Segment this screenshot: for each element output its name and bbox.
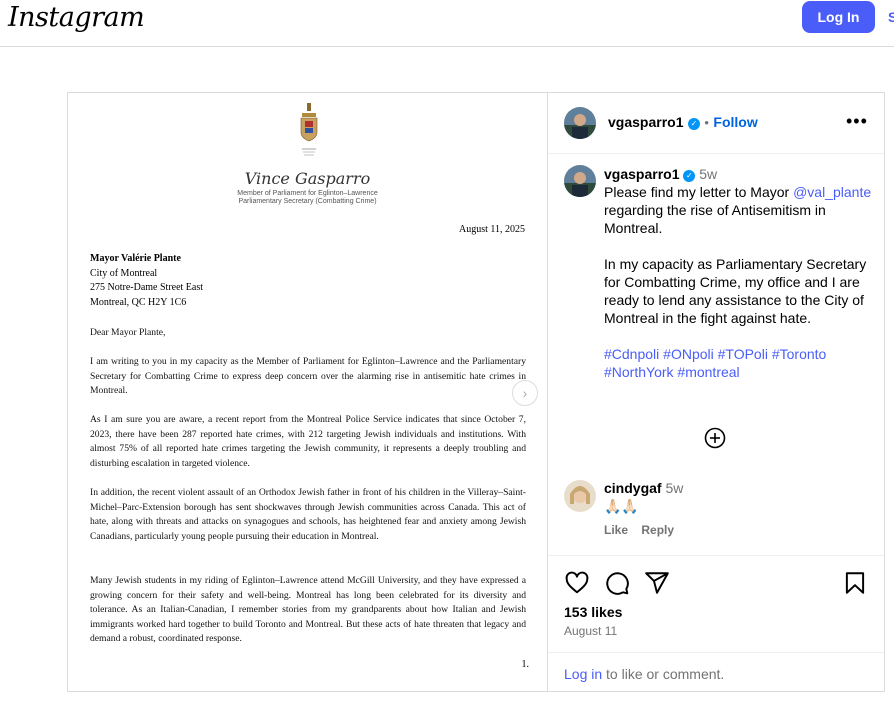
post-caption: vgasparro1 ✓ 5w Please find my letter to… <box>604 165 874 381</box>
login-prompt: Log in to like or comment. <box>548 652 884 693</box>
header-user-row: vgasparro1 ✓ • Follow <box>608 114 758 132</box>
avatar[interactable] <box>564 107 596 139</box>
reply-button[interactable]: Reply <box>641 523 674 537</box>
top-bar: Instagram Log In S <box>0 0 894 47</box>
address-line: City of Montreal <box>90 267 158 279</box>
caption-paragraph-2: In my capacity as Parliamentary Secretar… <box>604 256 867 326</box>
comment-timestamp[interactable]: 5w <box>665 480 683 496</box>
hashtags[interactable]: #Cdnpoli #ONpoli #TOPoli #Toronto #North… <box>604 345 874 381</box>
heart-icon[interactable] <box>564 570 590 596</box>
username-link[interactable]: vgasparro1 <box>604 166 679 182</box>
caption-timestamp[interactable]: 5w <box>699 166 717 182</box>
caption-user-row: vgasparro1 ✓ 5w <box>604 165 874 183</box>
letter-date: August 11, 2025 <box>458 224 525 235</box>
comment-text: 🙏🏻🙏🏻 <box>604 498 639 514</box>
comment-username[interactable]: cindygaf <box>604 480 662 496</box>
caption-rest: regarding the rise of Antisemitism in Mo… <box>604 202 826 236</box>
page-number: 1. <box>521 659 530 670</box>
follow-button[interactable]: Follow <box>713 114 757 130</box>
share-icon[interactable] <box>644 570 670 596</box>
post-header: vgasparro1 ✓ • Follow ••• <box>548 93 884 154</box>
mention-link[interactable]: @val_plante <box>793 184 871 200</box>
instagram-logo[interactable]: Instagram <box>8 2 145 33</box>
avatar[interactable] <box>564 165 596 197</box>
recipient-name: Mayor Valérie Plante <box>90 253 181 264</box>
comment-avatar[interactable] <box>564 480 596 512</box>
next-arrow-icon[interactable]: › <box>512 380 538 406</box>
address-line: 275 Notre-Dame Street East <box>90 282 204 293</box>
login-prompt-text: to like or comment. <box>602 666 725 682</box>
caption-text: Please find my letter to Mayor @val_plan… <box>604 183 874 237</box>
post-actions: 153 likes August 11 Log in to like or co… <box>548 555 884 692</box>
letter-paragraph-1: I am writing to you in my capacity as th… <box>90 356 526 396</box>
post-date[interactable]: August 11 <box>564 624 617 638</box>
verified-icon: ✓ <box>687 118 700 130</box>
avatar-image <box>564 107 596 139</box>
username-link[interactable]: vgasparro1 <box>608 114 683 130</box>
avatar-image <box>564 480 596 512</box>
mp-title-line-1: Member of Parliament for Eglinton–Lawren… <box>237 190 378 197</box>
avatar-image <box>564 165 596 197</box>
letter-paragraph-3: In addition, the recent violent assault … <box>90 487 526 542</box>
post-side-panel: vgasparro1 ✓ • Follow ••• vgasparro1 ✓ 5… <box>548 93 884 691</box>
add-comment-icon[interactable] <box>704 427 726 449</box>
comment-icon[interactable] <box>604 570 630 596</box>
likes-count[interactable]: 153 likes <box>564 604 622 620</box>
letter-address: Mayor Valérie Plante City of Montreal 27… <box>90 252 203 310</box>
address-line: Montreal, QC H2Y 1C6 <box>90 296 187 308</box>
letter-paragraph-2: As I am sure you are aware, a recent rep… <box>90 414 526 469</box>
post-media[interactable]: Vince Gasparro Member of Parliament for … <box>68 93 548 691</box>
more-icon[interactable]: ••• <box>846 111 868 132</box>
signup-link[interactable]: S <box>888 9 894 25</box>
mp-title-line-2: Parliamentary Secretary (Combatting Crim… <box>238 198 377 205</box>
like-comment-button[interactable]: Like <box>604 523 628 537</box>
login-button[interactable]: Log In <box>802 1 875 33</box>
verified-icon: ✓ <box>683 170 696 182</box>
parliament-crest-icon <box>300 103 318 156</box>
salutation: Dear Mayor Plante, <box>90 327 166 338</box>
bookmark-icon[interactable] <box>842 570 868 596</box>
letter-paragraph-4: Many Jewish students in my riding of Egl… <box>90 575 526 644</box>
caption-intro: Please find my letter to Mayor <box>604 184 790 200</box>
signature: Vince Gasparro <box>244 169 371 188</box>
post-card: Vince Gasparro Member of Parliament for … <box>67 92 885 692</box>
comment: cindygaf 5w 🙏🏻🙏🏻 Like Reply <box>604 480 874 537</box>
separator-dot: • <box>704 115 709 130</box>
login-link[interactable]: Log in <box>564 666 602 682</box>
